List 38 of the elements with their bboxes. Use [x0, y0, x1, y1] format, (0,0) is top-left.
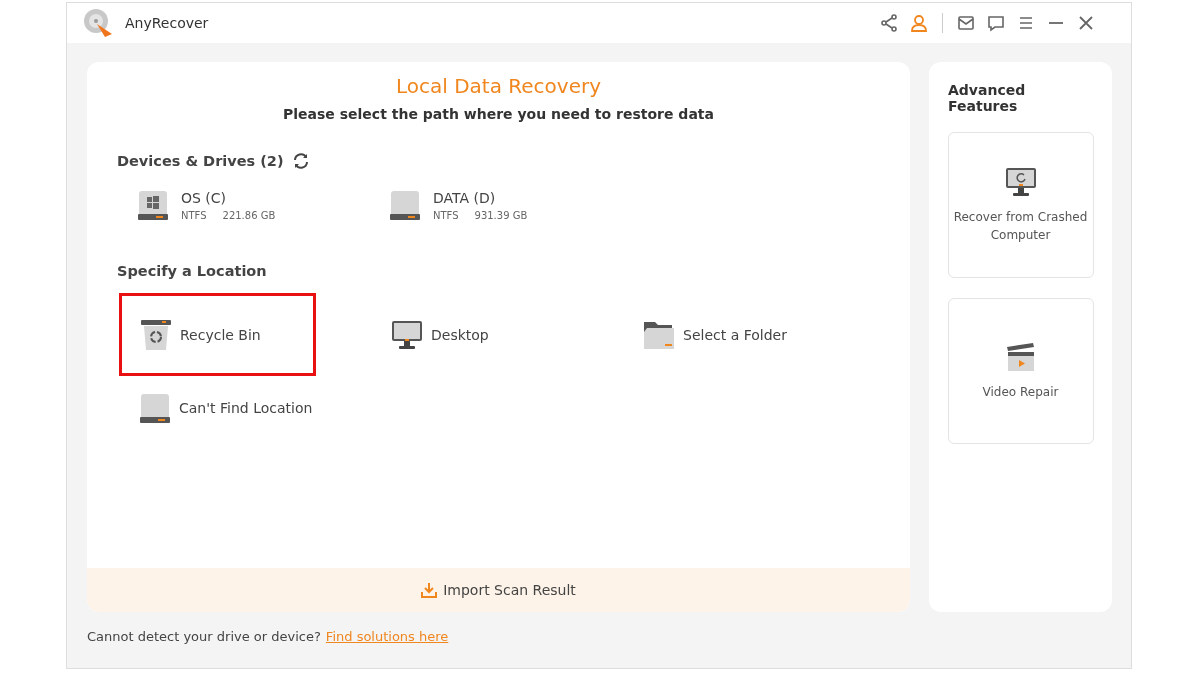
location-item[interactable]: Desktop [371, 293, 568, 376]
import-button[interactable]: Import Scan Result [87, 568, 910, 612]
monitor-icon [1004, 166, 1037, 198]
drive-name: DATA (D) [433, 190, 497, 206]
drive-name: OS (C) [181, 190, 228, 206]
side-panel-heading: Advanced Features [948, 82, 1027, 114]
feature-card[interactable]: Recover from Crashed Computer [947, 132, 1094, 278]
page-subtitle: Please select the path where you need to restore data [282, 106, 715, 122]
location-item[interactable]: Select a Folder [623, 293, 820, 376]
app-title: AnyRecover [125, 15, 209, 31]
share-icon[interactable] [880, 14, 898, 32]
drive-item[interactable]: DATA (D) NTFS 931.39 GB [389, 190, 641, 221]
download-icon [421, 582, 438, 598]
section-heading: Specify a Location [117, 263, 267, 279]
close-icon[interactable] [1077, 14, 1095, 32]
help-text: Cannot detect your drive or device? [87, 629, 321, 644]
drive-item[interactable]: OS (C) NTFS 221.86 GB [137, 190, 389, 221]
drive-filesystem: NTFS [181, 210, 207, 221]
page-title: Local Data Recovery [394, 74, 602, 98]
drive-size: 931.39 GB [474, 210, 528, 221]
chat-icon[interactable] [987, 14, 1005, 32]
monitor-icon [391, 318, 423, 351]
drive-filesystem: NTFS [433, 210, 459, 221]
location-item[interactable]: Can't Find Location [119, 376, 316, 440]
clapperboard-icon [1004, 341, 1037, 373]
drive-icon [389, 190, 421, 221]
drive-size: 221.86 GB [222, 210, 276, 221]
logo-icon [83, 8, 113, 38]
menu-icon[interactable] [1017, 14, 1035, 32]
drive-icon [139, 392, 171, 424]
mail-icon[interactable] [957, 14, 975, 32]
feature-card[interactable]: Video Repair [947, 298, 1094, 444]
refresh-icon[interactable] [291, 152, 310, 170]
location-item[interactable]: Recycle Bin [119, 293, 316, 376]
windows-drive-icon [137, 190, 169, 221]
section-heading: Devices & Drives (2) [117, 153, 284, 169]
user-icon[interactable] [910, 14, 928, 32]
trash-icon [140, 317, 172, 352]
